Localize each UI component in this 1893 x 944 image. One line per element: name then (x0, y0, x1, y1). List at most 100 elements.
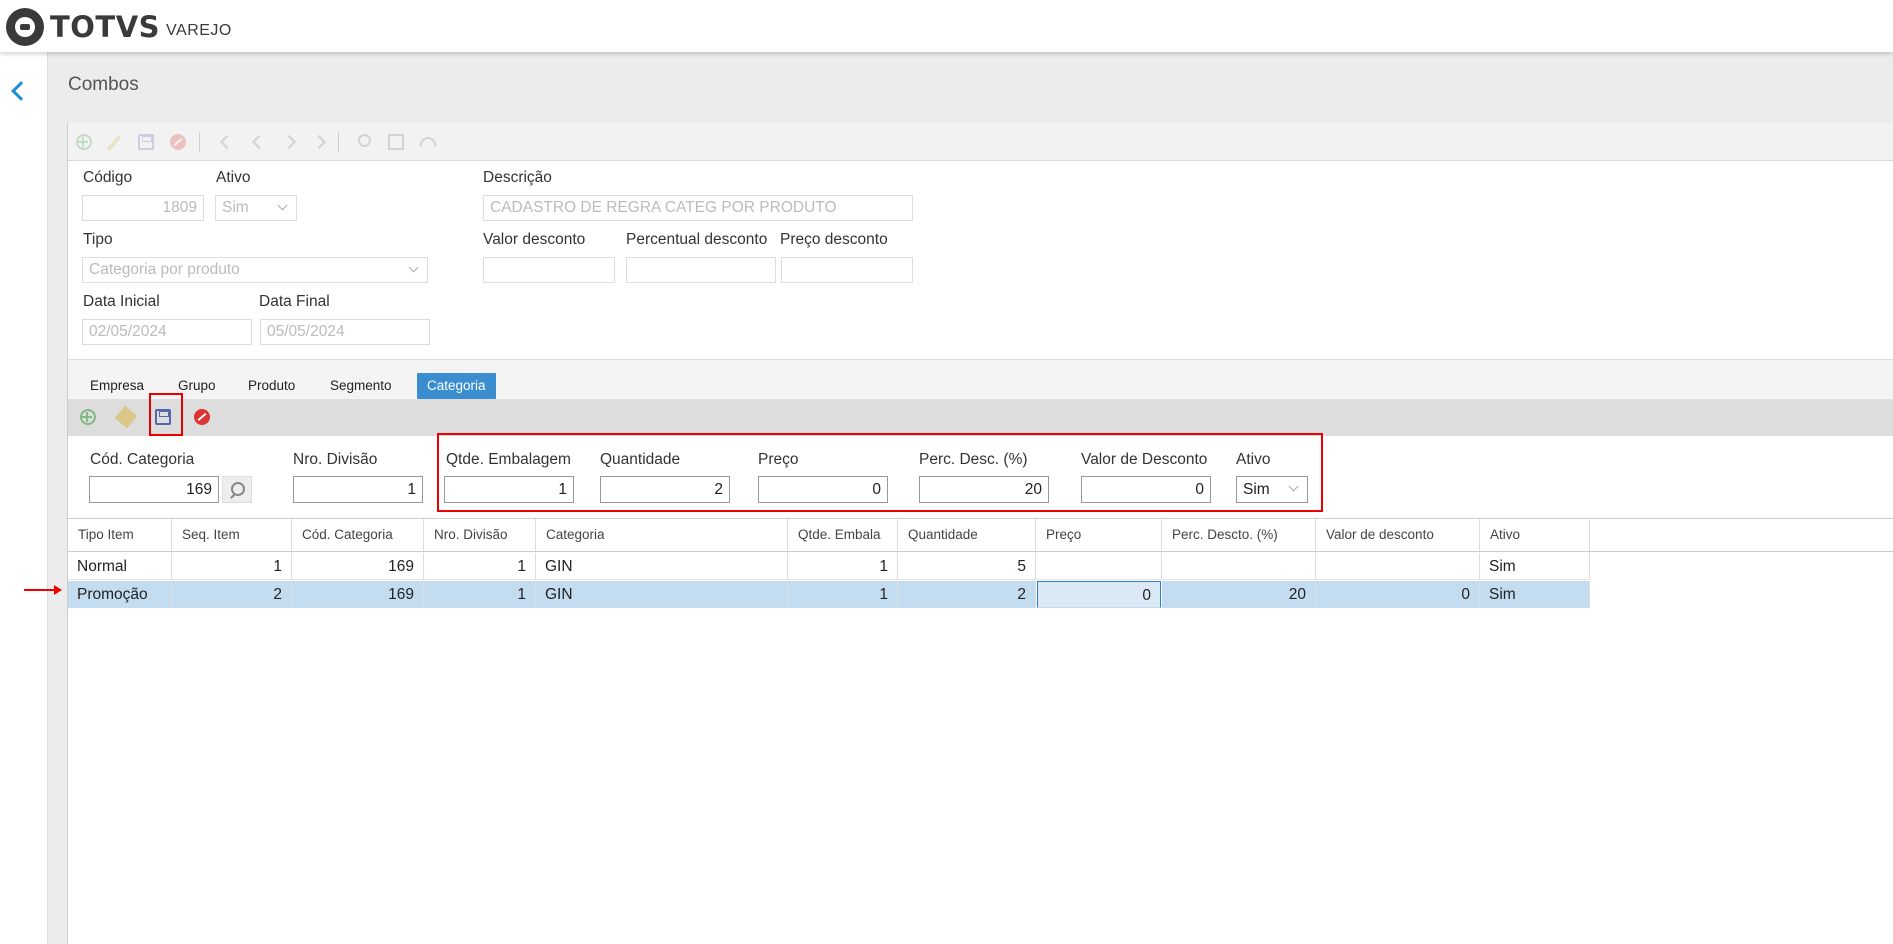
codigo-label: Código (83, 169, 133, 186)
col-tipo-item[interactable]: Tipo Item (68, 519, 172, 551)
preco-desconto-field[interactable] (781, 257, 913, 283)
valor-de-desconto-label: Valor de Desconto (1081, 451, 1208, 468)
cell-ativo[interactable]: Sim (1480, 553, 1590, 580)
preco-desconto-label: Preço desconto (780, 231, 888, 248)
nro-divisao-input[interactable]: 1 (293, 476, 423, 503)
cell-seq-item[interactable]: 2 (172, 581, 292, 608)
cell-tipo-item[interactable]: Normal (68, 553, 172, 580)
tab-grupo[interactable]: Grupo (178, 373, 216, 399)
percentual-desconto-field[interactable] (626, 257, 776, 283)
grid-header: Tipo Item Seq. Item Cód. Categoria Nro. … (68, 518, 1893, 552)
detail-ativo-select[interactable]: Sim (1236, 476, 1308, 503)
cell-categoria[interactable]: GIN (536, 553, 788, 580)
detail-ativo-label: Ativo (1236, 451, 1271, 468)
last-record-icon[interactable] (311, 134, 327, 150)
preco-input[interactable]: 0 (758, 476, 888, 503)
search-icon[interactable] (358, 134, 371, 147)
tab-categoria[interactable]: Categoria (417, 373, 496, 399)
data-final-field[interactable]: 05/05/2024 (260, 319, 430, 345)
tab-produto[interactable]: Produto (248, 373, 295, 399)
valor-desconto-label: Valor desconto (483, 231, 586, 248)
cod-categoria-search-button[interactable] (222, 476, 252, 503)
data-final-label: Data Final (259, 293, 330, 310)
detail-ativo-value: Sim (1243, 481, 1270, 498)
save-icon[interactable] (138, 134, 154, 150)
col-qtde-embala[interactable]: Qtde. Embala (788, 519, 898, 551)
grid-view-icon[interactable] (388, 134, 404, 150)
cell-preco[interactable] (1036, 553, 1162, 580)
qtde-embalagem-label: Qtde. Embalagem (446, 451, 571, 468)
save-item-icon[interactable] (155, 409, 171, 425)
detail-toolbar (68, 399, 1893, 436)
toolbar-separator (199, 132, 200, 152)
previous-record-icon[interactable] (251, 134, 267, 150)
cell-cod-categoria[interactable]: 169 (292, 581, 424, 608)
cell-categoria[interactable]: GIN (536, 581, 788, 608)
cell-perc-descto[interactable] (1162, 553, 1316, 580)
cell-cod-categoria[interactable]: 169 (292, 553, 424, 580)
cell-valor-de-desconto[interactable]: 0 (1316, 581, 1480, 608)
add-icon[interactable] (76, 134, 92, 150)
cancel-item-icon[interactable] (194, 409, 210, 425)
back-chevron-icon[interactable] (11, 81, 31, 101)
cell-quantidade[interactable]: 2 (898, 581, 1036, 608)
cell-nro-divisao[interactable]: 1 (424, 581, 536, 608)
col-nro-divisao[interactable]: Nro. Divisão (424, 519, 536, 551)
col-valor-de-desconto[interactable]: Valor de desconto (1316, 519, 1480, 551)
col-preco[interactable]: Preço (1036, 519, 1162, 551)
qtde-embalagem-input[interactable]: 1 (444, 476, 574, 503)
chevron-down-icon (277, 200, 288, 211)
cell-valor-de-desconto[interactable] (1316, 553, 1480, 580)
col-ativo[interactable]: Ativo (1480, 519, 1590, 551)
tipo-select[interactable]: Categoria por produto (82, 257, 428, 283)
perc-desc-input[interactable]: 20 (919, 476, 1049, 503)
cell-quantidade[interactable]: 5 (898, 553, 1036, 580)
edit-icon[interactable] (106, 134, 122, 152)
cell-qtde-embala[interactable]: 1 (788, 553, 898, 580)
undo-icon[interactable] (420, 137, 436, 147)
col-cod-categoria[interactable]: Cód. Categoria (292, 519, 424, 551)
cell-nro-divisao[interactable]: 1 (424, 553, 536, 580)
cancel-icon[interactable] (170, 134, 186, 150)
cell-seq-item[interactable]: 1 (172, 553, 292, 580)
cell-perc-descto[interactable]: 20 (1162, 581, 1316, 608)
page-title: Combos (68, 74, 139, 95)
edit-item-icon[interactable] (114, 405, 138, 429)
first-record-icon[interactable] (219, 134, 235, 150)
col-seq-item[interactable]: Seq. Item (172, 519, 292, 551)
descricao-field[interactable]: CADASTRO DE REGRA CATEG POR PRODUTO (483, 195, 913, 221)
chevron-down-icon (408, 262, 419, 273)
cod-categoria-input[interactable]: 169 (89, 476, 219, 503)
col-quantidade[interactable]: Quantidade (898, 519, 1036, 551)
valor-desconto-field[interactable] (483, 257, 615, 283)
tipo-label: Tipo (83, 231, 113, 248)
tab-empresa[interactable]: Empresa (90, 373, 144, 399)
cell-ativo[interactable]: Sim (1480, 581, 1590, 608)
percentual-desconto-label: Percentual desconto (626, 231, 768, 248)
codigo-field[interactable]: 1809 (82, 195, 204, 221)
left-sidebar (0, 52, 48, 944)
cell-preco[interactable]: 0 (1037, 581, 1161, 608)
brand-sub: VAREJO (166, 22, 232, 39)
cell-tipo-item[interactable]: Promoção (68, 581, 172, 608)
ativo-select[interactable]: Sim (215, 195, 297, 221)
nro-divisao-label: Nro. Divisão (293, 451, 378, 468)
add-item-icon[interactable] (80, 409, 96, 425)
toolbar-separator (338, 132, 339, 152)
data-inicial-field[interactable]: 02/05/2024 (82, 319, 252, 345)
quantidade-input[interactable]: 2 (600, 476, 730, 503)
tipo-select-value: Categoria por produto (89, 261, 240, 278)
preco-label: Preço (758, 451, 799, 468)
valor-de-desconto-input[interactable]: 0 (1081, 476, 1211, 503)
totvs-logo[interactable]: TOTVS VAREJO (6, 8, 232, 46)
ativo-select-value: Sim (222, 199, 249, 216)
col-categoria[interactable]: Categoria (536, 519, 788, 551)
next-record-icon[interactable] (281, 134, 297, 150)
col-perc-descto[interactable]: Perc. Descto. (%) (1162, 519, 1316, 551)
cell-qtde-embala[interactable]: 1 (788, 581, 898, 608)
tabs-bar: Empresa Grupo Produto Segmento Categoria (68, 359, 1893, 399)
main-panel: Código 1809 Ativo Sim Descrição CADASTRO… (67, 123, 1893, 944)
descricao-label: Descrição (483, 169, 552, 186)
cod-categoria-label: Cód. Categoria (90, 451, 195, 468)
tab-segmento[interactable]: Segmento (330, 373, 392, 399)
